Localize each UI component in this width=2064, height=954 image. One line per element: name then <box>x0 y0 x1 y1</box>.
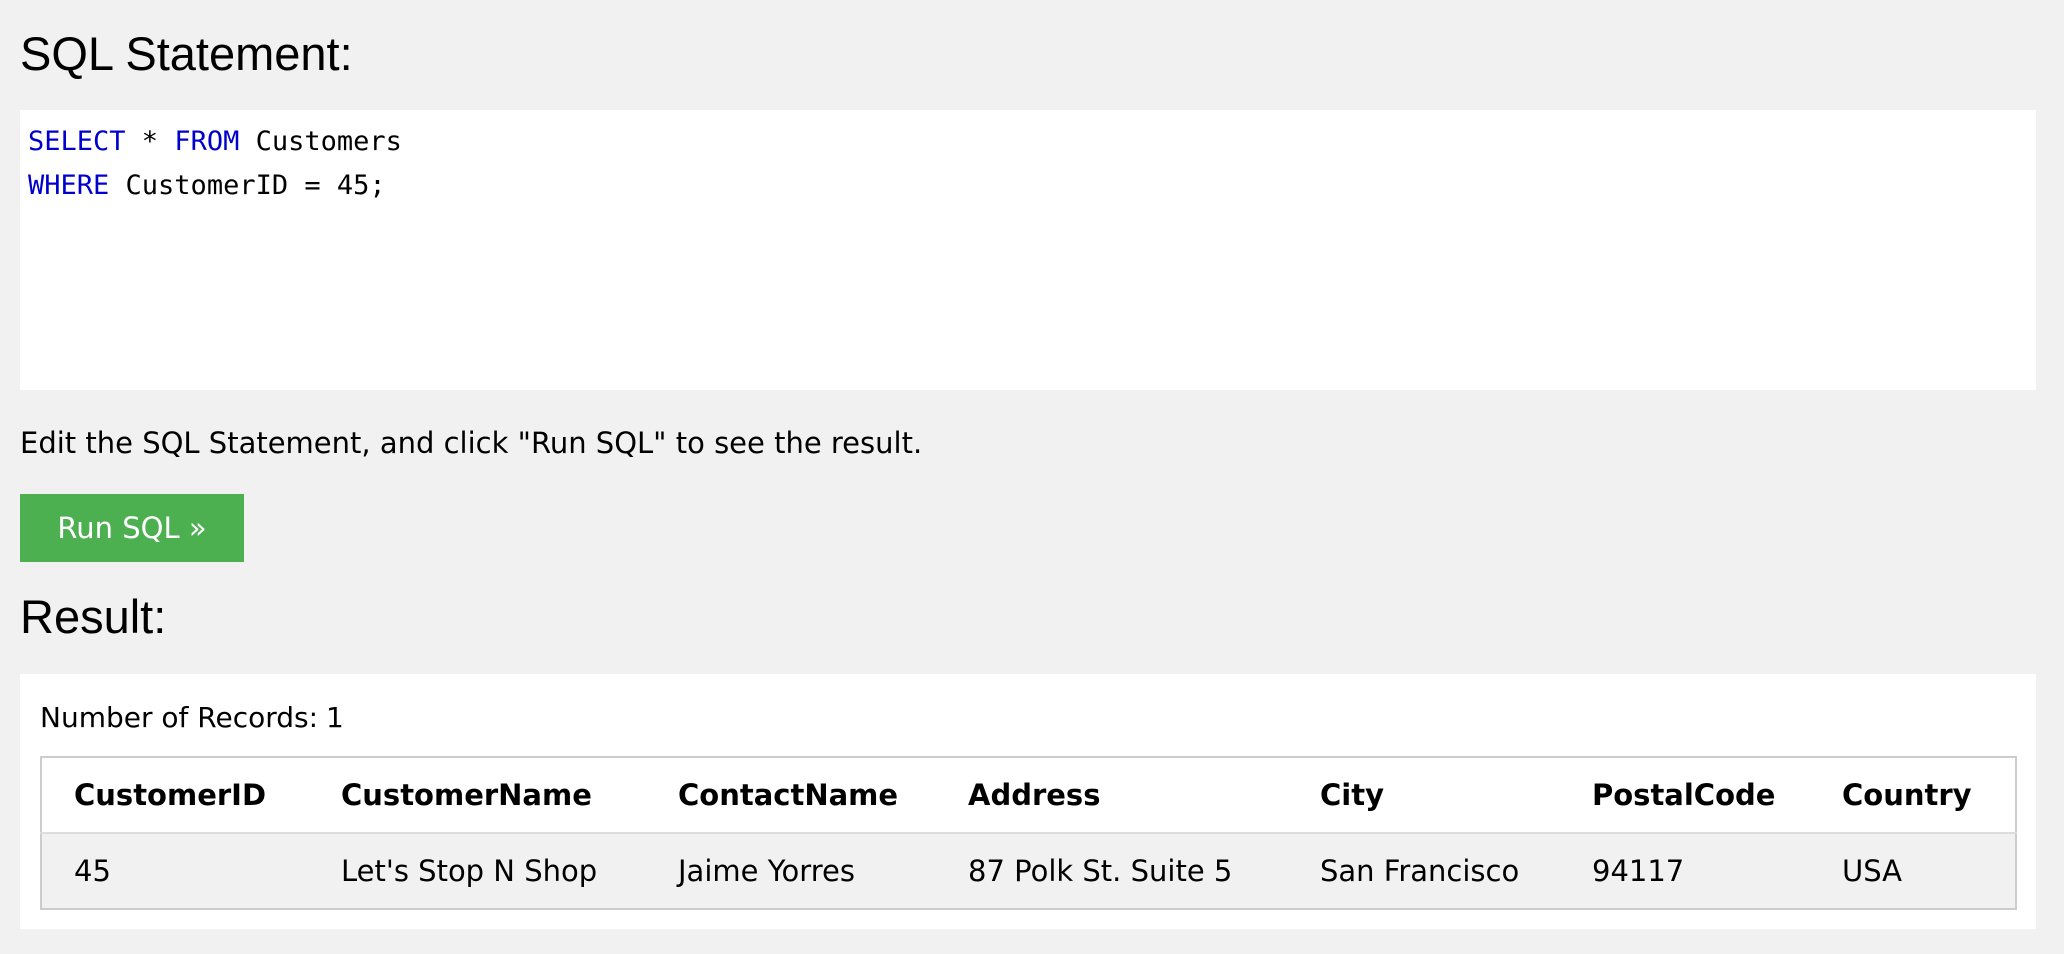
run-sql-button[interactable]: Run SQL » <box>20 494 244 562</box>
table-row: 45 Let's Stop N Shop Jaime Yorres 87 Pol… <box>41 833 2016 909</box>
records-count: Number of Records: 1 <box>40 698 344 738</box>
sql-line: SELECT * FROM Customers <box>28 120 2028 164</box>
instruction-text: Edit the SQL Statement, and click "Run S… <box>20 426 923 460</box>
page: SQL Statement: SELECT * FROM Customers WH… <box>0 0 2064 954</box>
cell-contactname: Jaime Yorres <box>646 833 936 909</box>
records-number: 1 <box>326 701 344 734</box>
result-heading: Result: <box>20 590 167 643</box>
result-panel: Number of Records: 1 CustomerID CustomerN… <box>20 674 2036 929</box>
cell-postalcode: 94117 <box>1560 833 1810 909</box>
cell-country: USA <box>1810 833 2016 909</box>
records-label: Number of Records: <box>40 701 319 734</box>
column-header-country: Country <box>1810 757 2016 834</box>
column-header-postalcode: PostalCode <box>1560 757 1810 834</box>
sql-text: CustomerID = 45; <box>109 170 386 201</box>
cell-address: 87 Polk St. Suite 5 <box>936 833 1288 909</box>
cell-city: San Francisco <box>1288 833 1560 909</box>
column-header-contactname: ContactName <box>646 757 936 834</box>
table-header-row: CustomerID CustomerName ContactName Addr… <box>41 757 2016 834</box>
sql-text: Customers <box>239 126 402 157</box>
column-header-address: Address <box>936 757 1288 834</box>
sql-editor[interactable]: SELECT * FROM Customers WHERE CustomerID … <box>20 110 2036 390</box>
cell-customerid: 45 <box>41 833 309 909</box>
column-header-customername: CustomerName <box>309 757 646 834</box>
results-table: CustomerID CustomerName ContactName Addr… <box>40 756 2017 910</box>
sql-text: * <box>125 126 175 157</box>
sql-line: WHERE CustomerID = 45; <box>28 164 2028 208</box>
sql-keyword: SELECT <box>28 126 126 157</box>
column-header-customerid: CustomerID <box>41 757 309 834</box>
sql-keyword: WHERE <box>28 170 110 201</box>
cell-customername: Let's Stop N Shop <box>309 833 646 909</box>
column-header-city: City <box>1288 757 1560 834</box>
sql-keyword: FROM <box>174 126 240 157</box>
sql-statement-heading: SQL Statement: <box>20 27 353 80</box>
